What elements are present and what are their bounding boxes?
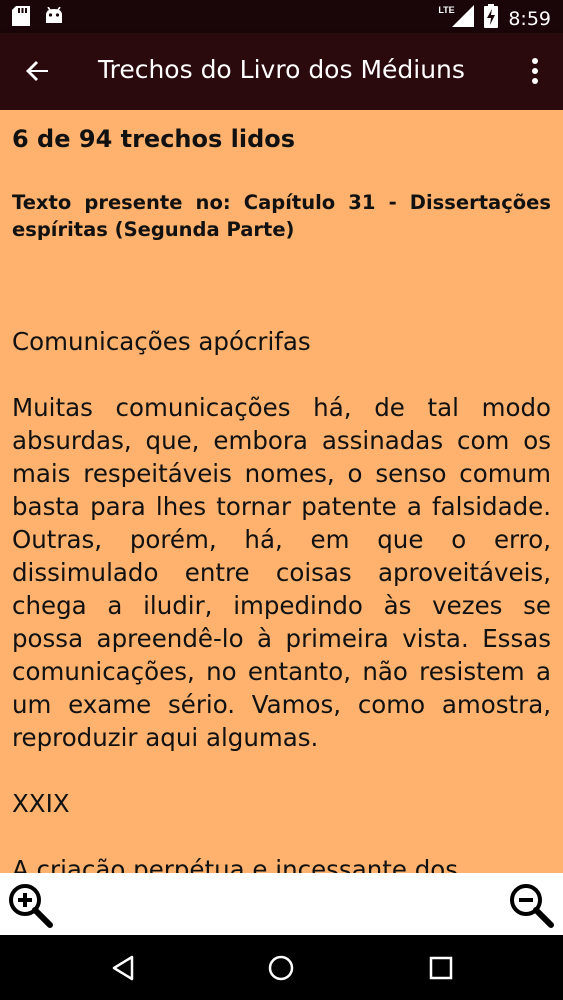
overflow-menu-button[interactable] (523, 55, 547, 87)
nav-recents-button[interactable] (426, 953, 456, 983)
reading-progress: 6 de 94 trechos lidos (12, 125, 296, 153)
clock: 8:59 (508, 7, 551, 30)
network-type-label: LTE (438, 5, 455, 15)
excerpt-paragraph: Muitas comunicações há, de tal modo absu… (12, 393, 551, 752)
back-button[interactable] (22, 55, 54, 87)
excerpt-heading: Comunicações apócrifas (12, 327, 311, 356)
battery-charging-icon (484, 4, 499, 33)
android-icon (44, 6, 64, 30)
sd-card-icon (12, 6, 30, 31)
zoom-out-button[interactable] (507, 881, 555, 929)
nav-home-button[interactable] (266, 953, 296, 983)
zoom-in-icon (9, 884, 53, 928)
app-title: Trechos do Livro dos Médiuns (98, 55, 465, 84)
system-nav-bar (0, 935, 563, 1000)
more-vert-icon (532, 58, 538, 84)
zoom-bar (0, 873, 563, 935)
section-number: XXIX (12, 789, 70, 818)
arrow-left-icon (26, 61, 48, 81)
excerpt-paragraph-2: A criação perpétua e incessante dos (12, 855, 459, 873)
nav-back-icon (112, 955, 134, 981)
nav-recents-icon (429, 956, 453, 980)
zoom-out-icon (510, 884, 554, 928)
chapter-reference: Texto presente no: Capítulo 31 - Dissert… (12, 191, 551, 241)
nav-back-button[interactable] (108, 953, 138, 983)
app-bar: Trechos do Livro dos Médiuns (0, 33, 563, 110)
signal-icon: LTE (438, 5, 475, 32)
status-bar: LTE 8:59 (0, 0, 563, 33)
nav-home-icon (268, 955, 294, 981)
zoom-in-button[interactable] (6, 881, 54, 929)
reading-content[interactable]: 6 de 94 trechos lidos Texto presente no:… (0, 110, 563, 873)
